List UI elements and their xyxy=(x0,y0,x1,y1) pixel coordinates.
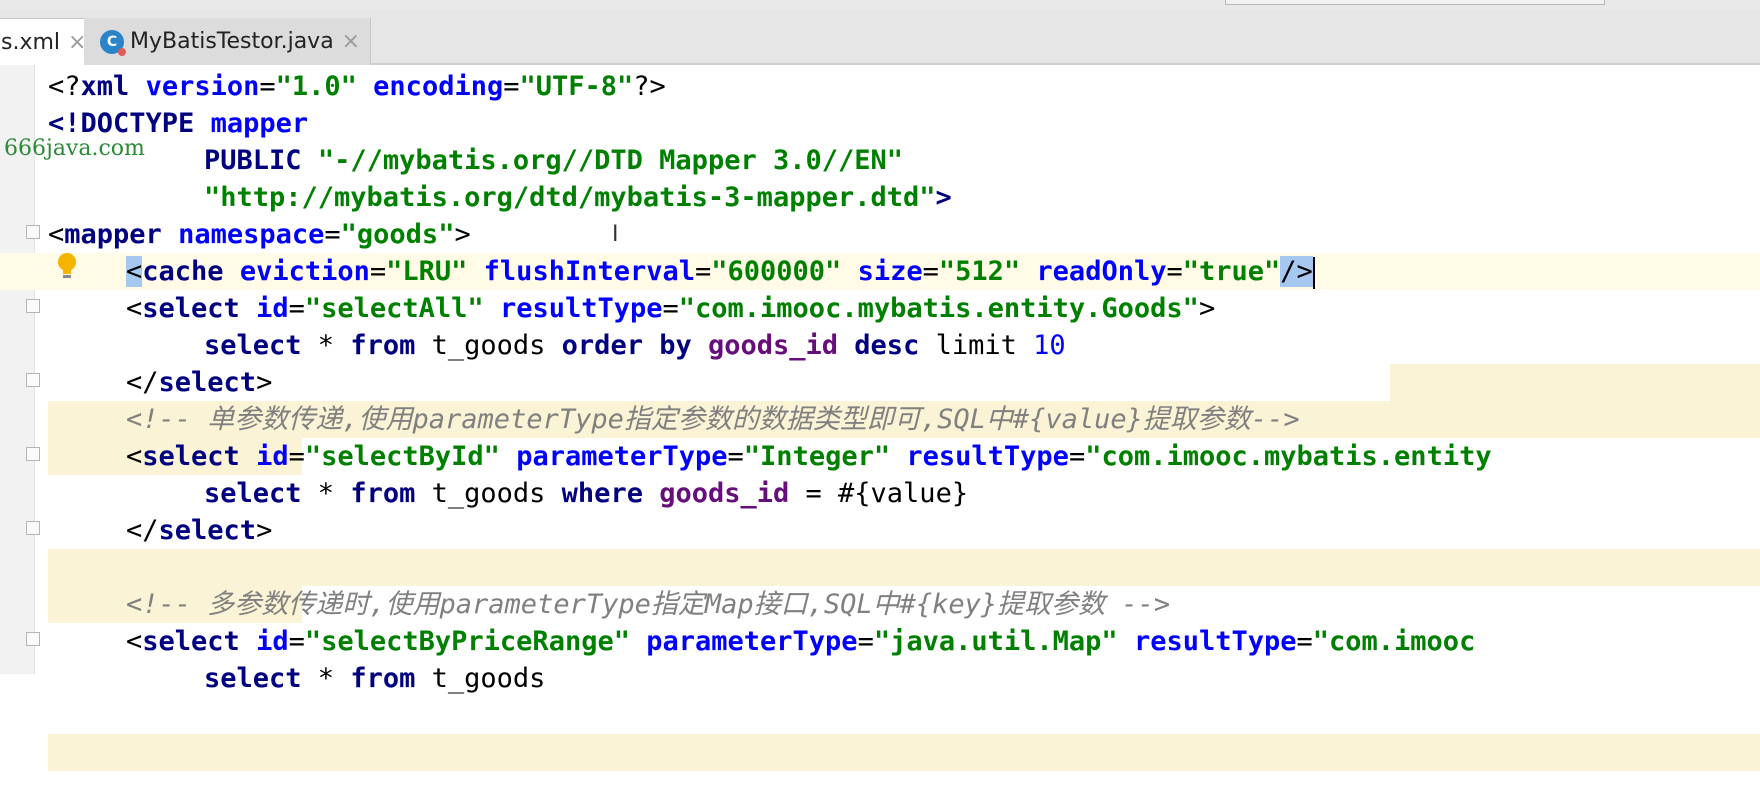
code-line-7: <select id="selectAll" resultType="com.i… xyxy=(0,290,1760,401)
fold-icon[interactable] xyxy=(26,447,40,461)
tab-mapper-xml[interactable]: s.xml × xyxy=(0,18,98,65)
fold-icon[interactable] xyxy=(26,632,40,646)
code-line-6: <cache eviction="LRU" flushInterval="600… xyxy=(0,253,1760,290)
code-line-1: <?xml version="1.0" encoding="UTF-8"?> xyxy=(48,71,666,102)
code-line-13: </select> xyxy=(0,512,1760,623)
code-line-17: select * from t_goods xyxy=(0,660,1760,771)
fold-icon[interactable] xyxy=(26,225,40,239)
lightbulb-icon[interactable] xyxy=(56,252,78,280)
code-line-4: "http://mybatis.org/dtd/mybatis-3-mapper… xyxy=(204,182,952,213)
code-line-16: <select id="selectByPriceRange" paramete… xyxy=(126,626,1476,657)
fold-icon[interactable] xyxy=(26,373,40,387)
text-cursor-icon: I xyxy=(612,222,619,247)
top-strip xyxy=(0,0,1760,10)
tab-mybatistestor-java[interactable]: C MyBatisTestor.java × xyxy=(84,18,372,65)
code-line-2: <!DOCTYPE mapper xyxy=(48,108,309,139)
code-line-11: <select id="selectById" parameterType="I… xyxy=(126,441,1492,472)
code-line-9: </select> xyxy=(0,364,1760,475)
code-line-12: select * from t_goods where goods_id = #… xyxy=(0,475,1760,586)
watermark: 666java.com xyxy=(4,136,145,161)
tab-label: MyBatisTestor.java xyxy=(130,29,334,54)
code-line-15: <!-- 多参数传递时,使用parameterType指定Map接口,SQL中#… xyxy=(126,589,1171,620)
code-line-3: PUBLIC "-//mybatis.org//DTD Mapper 3.0//… xyxy=(204,145,904,176)
search-field-edge[interactable] xyxy=(1225,0,1605,5)
class-icon: C xyxy=(100,29,126,56)
fold-icon[interactable] xyxy=(26,521,40,535)
code-line-5: <mapper namespace="goods"> xyxy=(48,219,471,250)
code-line-10: <!-- 单参数传递,使用parameterType指定参数的数据类型即可,SQ… xyxy=(126,404,1300,435)
code-editor[interactable]: <?xml version="1.0" encoding="UTF-8"?> <… xyxy=(0,65,1760,771)
fold-icon[interactable] xyxy=(26,299,40,313)
editor-tab-bar: s.xml × C MyBatisTestor.java × xyxy=(0,10,1760,65)
code-line-8: select * from t_goods order by goods_id … xyxy=(0,327,1760,438)
text-caret xyxy=(1312,256,1315,289)
close-icon[interactable]: × xyxy=(342,29,360,54)
tab-label: s.xml xyxy=(1,29,61,55)
